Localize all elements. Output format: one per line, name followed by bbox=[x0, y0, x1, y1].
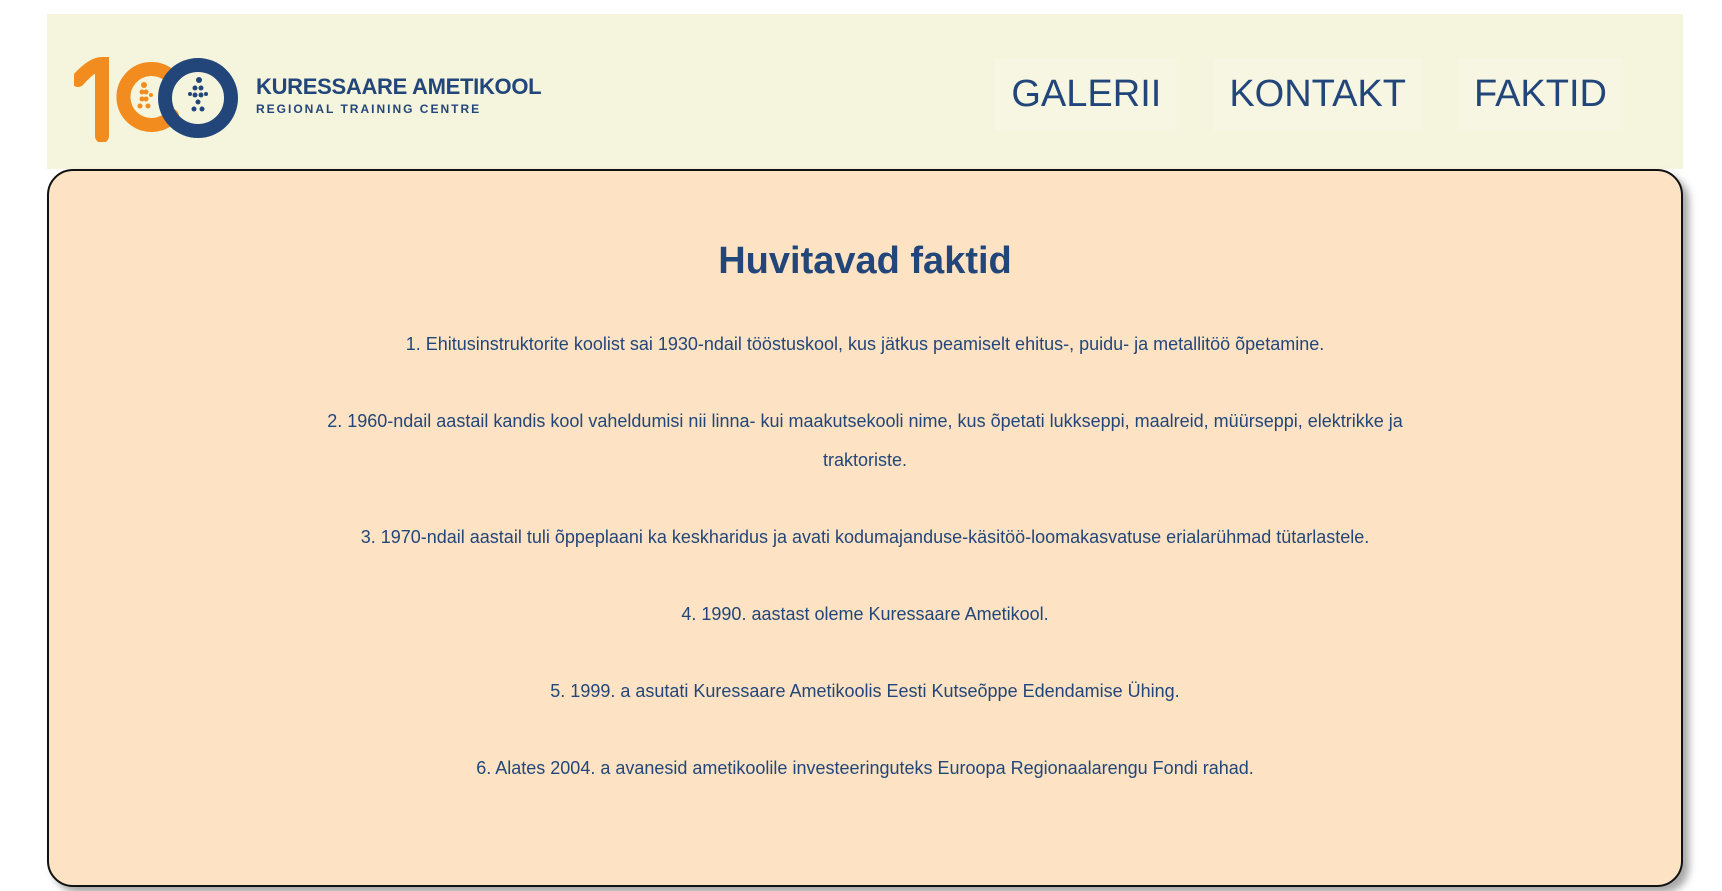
logo-subtitle: REGIONAL TRAINING CENTRE bbox=[256, 102, 482, 116]
nav-link-galerii[interactable]: GALERII bbox=[995, 58, 1178, 130]
fact-item-5: 5. 1999. a asutati Kuressaare Ametikooli… bbox=[550, 681, 1180, 701]
nav-link-faktid[interactable]: FAKTID bbox=[1457, 58, 1623, 130]
nav-link-kontakt[interactable]: KONTAKT bbox=[1213, 58, 1422, 130]
header: KURESSAARE AMETIKOOL REGIONAL TRAINING C… bbox=[47, 14, 1683, 169]
fact-item-3: 3. 1970-ndail aastail tuli õppeplaani ka… bbox=[360, 527, 1370, 547]
main-nav: GALERII KONTAKT FAKTID bbox=[995, 58, 1623, 130]
logo[interactable]: KURESSAARE AMETIKOOL REGIONAL TRAINING C… bbox=[74, 50, 544, 142]
facts-panel: Huvitavad faktid 1. Ehitusinstruktorite … bbox=[47, 169, 1683, 887]
fact-item-4: 4. 1990. aastast oleme Kuressaare Ametik… bbox=[681, 604, 1049, 624]
page: KURESSAARE AMETIKOOL REGIONAL TRAINING C… bbox=[0, 0, 1722, 891]
logo-name: KURESSAARE AMETIKOOL bbox=[256, 74, 542, 99]
logo-text: KURESSAARE AMETIKOOL REGIONAL TRAINING C… bbox=[256, 74, 542, 118]
fact-item-2: 2. 1960-ndail aastail kandis kool vaheld… bbox=[327, 411, 1403, 470]
page-title: Huvitavad faktid bbox=[718, 240, 1012, 282]
logo-100-icon bbox=[74, 56, 238, 142]
fact-item-6: 6. Alates 2004. a avanesid ametikoolile … bbox=[476, 758, 1254, 778]
fact-item-1: 1. Ehitusinstruktorite koolist sai 1930-… bbox=[405, 334, 1325, 354]
facts-list: 1. Ehitusinstruktorite koolist sai 1930-… bbox=[49, 325, 1681, 788]
